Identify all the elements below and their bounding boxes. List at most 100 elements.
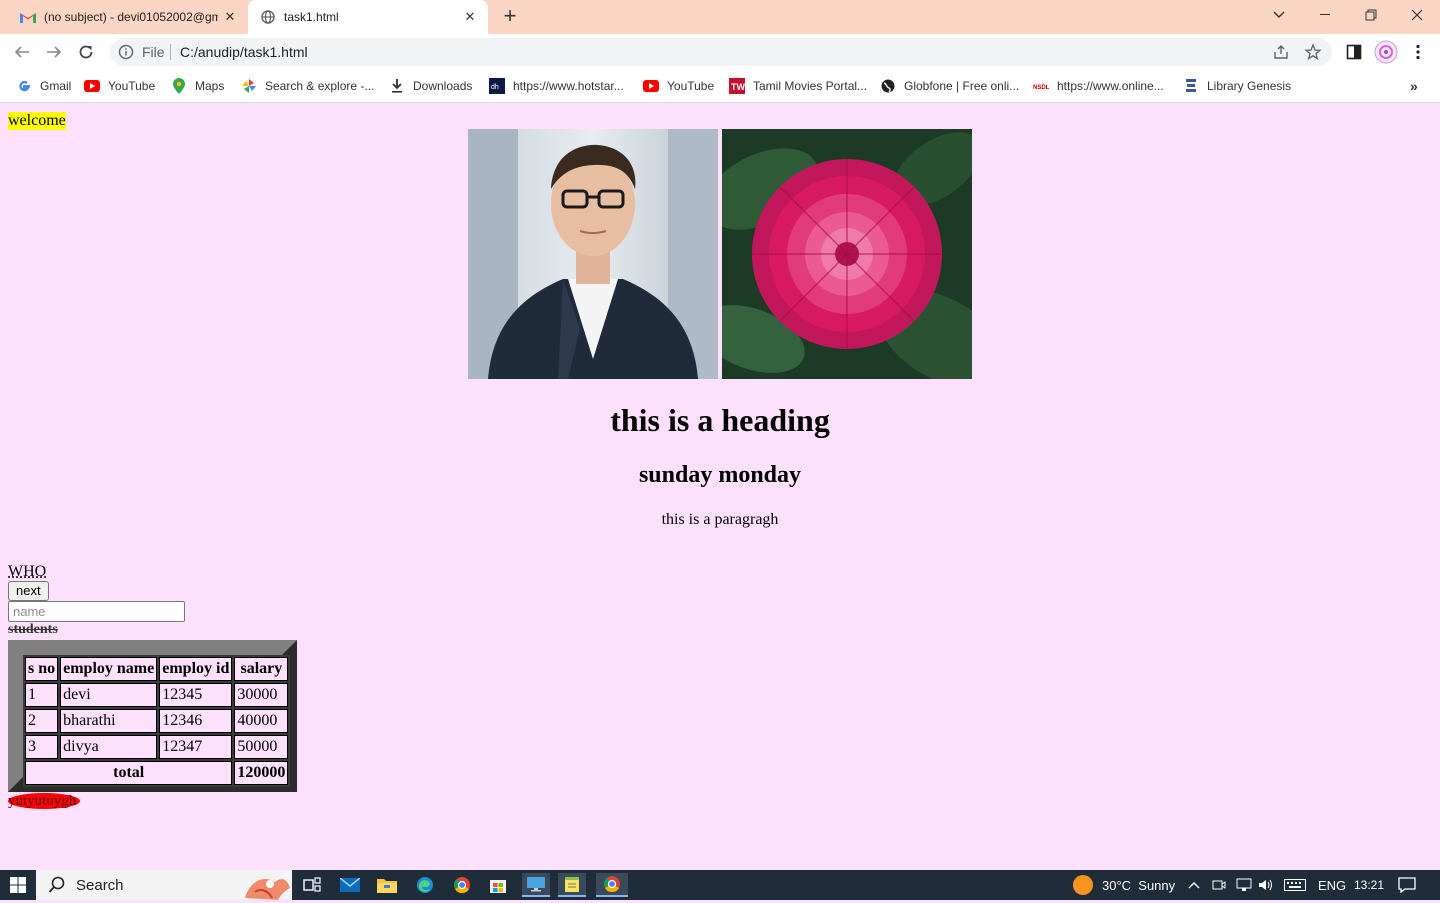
notes-icon[interactable]	[558, 873, 586, 897]
bookmark-search-explore[interactable]: Search & explore -...	[241, 77, 374, 95]
tab-task1[interactable]: task1.html ✕	[248, 0, 488, 34]
minimize-icon[interactable]	[1302, 0, 1348, 30]
page-heading: this is a heading	[0, 402, 1440, 439]
pink-dahlia-image	[722, 129, 972, 379]
bookmark-youtube-2[interactable]: YouTube	[643, 77, 714, 95]
table-cell: devi	[60, 683, 157, 707]
employee-table-frame: s no employ name employ id salary 1 devi…	[8, 640, 297, 792]
total-label: total	[25, 761, 232, 785]
bookmarks-bar: Gmail YouTube Maps Search & explore -...…	[0, 70, 1440, 103]
bookmark-label: Tamil Movies Portal...	[753, 79, 867, 93]
youtube-icon	[643, 78, 659, 94]
windows-start-icon[interactable]	[0, 870, 36, 900]
close-window-icon[interactable]	[1394, 0, 1440, 30]
weather-widget[interactable]: 30°C Sunny	[1072, 870, 1175, 900]
page-paragraph: this is a paragragh	[0, 511, 1440, 529]
bookmark-downloads[interactable]: Downloads	[389, 77, 472, 95]
bookmark-label: Maps	[195, 79, 224, 93]
star-icon[interactable]	[1304, 43, 1322, 61]
taskbar-search-box[interactable]: Search	[36, 870, 292, 900]
restore-icon[interactable]	[1348, 0, 1394, 30]
url-text[interactable]: C:/anudip/task1.html	[180, 44, 308, 60]
weather-text: 30°C Sunny	[1102, 878, 1175, 893]
notification-icon[interactable]	[1398, 870, 1416, 900]
table-cell: 12345	[159, 683, 232, 707]
bookmarks-overflow-icon[interactable]: »	[1410, 77, 1418, 95]
bookmark-maps[interactable]: Maps	[171, 77, 224, 95]
bookmark-label: Gmail	[40, 79, 71, 93]
clock[interactable]: 13:21	[1354, 870, 1384, 900]
table-cell: 1	[25, 683, 58, 707]
language-indicator[interactable]: ENG	[1318, 870, 1346, 900]
mail-icon[interactable]	[336, 873, 364, 897]
bookmark-gmail[interactable]: Gmail	[16, 77, 71, 95]
table-cell: 40000	[234, 709, 288, 733]
tab-title: (no subject) - devi01052002@gm	[44, 10, 218, 24]
search-label: Search	[76, 877, 124, 894]
employee-table: s no employ name employ id salary 1 devi…	[23, 655, 290, 787]
column-header: s no	[25, 657, 58, 681]
table-cell: bharathi	[60, 709, 157, 733]
svg-text:dh: dh	[491, 84, 499, 91]
bookmark-label: Library Genesis	[1207, 79, 1291, 93]
close-tab-icon[interactable]: ✕	[458, 5, 482, 29]
edge-icon[interactable]	[411, 873, 439, 897]
browser-toolbar: File C:/anudip/task1.html	[0, 34, 1440, 70]
remote-desktop-icon[interactable]	[522, 873, 550, 897]
side-panel-icon[interactable]	[1342, 40, 1366, 64]
bookmark-hotstar[interactable]: dh https://www.hotstar...	[489, 77, 624, 95]
tray-chevron-icon[interactable]	[1188, 870, 1200, 900]
next-button[interactable]: next	[8, 581, 49, 601]
name-input[interactable]	[8, 601, 185, 622]
bookmark-label: Downloads	[413, 79, 472, 93]
tab-gmail[interactable]: (no subject) - devi01052002@gm ✕	[8, 0, 248, 34]
pinwheel-icon	[241, 78, 257, 94]
hotstar-icon: dh	[489, 78, 505, 94]
maps-icon	[171, 78, 187, 94]
bookmark-label: YouTube	[667, 79, 714, 93]
bookmark-youtube[interactable]: YouTube	[84, 77, 155, 95]
new-tab-button[interactable]: +	[498, 5, 522, 29]
back-arrow-icon[interactable]	[8, 38, 36, 66]
oval-text: yutyutuygh	[8, 792, 76, 810]
address-bar[interactable]: File C:/anudip/task1.html	[110, 38, 1332, 66]
students-label: students	[8, 622, 58, 638]
table-header-row: s no employ name employ id salary	[25, 657, 288, 681]
reload-icon[interactable]	[72, 38, 100, 66]
sun-icon	[1072, 874, 1094, 896]
chrome-active-icon[interactable]	[596, 873, 628, 897]
table-cell: divya	[60, 735, 157, 759]
volume-icon[interactable]	[1258, 870, 1274, 900]
url-scheme: File	[142, 44, 165, 60]
google-icon	[16, 78, 32, 94]
keyboard-icon[interactable]	[1284, 870, 1306, 900]
network-icon[interactable]	[1236, 870, 1252, 900]
table-row: 3 divya 12347 50000	[25, 735, 288, 759]
close-tab-icon[interactable]: ✕	[218, 5, 242, 29]
bookmark-online[interactable]: NSDL https://www.online...	[1033, 77, 1164, 95]
column-header: employ name	[60, 657, 157, 681]
info-icon[interactable]	[118, 44, 134, 60]
meet-now-icon[interactable]	[1212, 870, 1226, 900]
svg-text:TW: TW	[731, 82, 745, 92]
bookmark-globfone[interactable]: Globfone | Free onli...	[880, 77, 1019, 95]
store-icon[interactable]	[484, 873, 512, 897]
profile-avatar[interactable]	[1374, 40, 1398, 64]
task-view-icon[interactable]	[298, 873, 326, 897]
forward-arrow-icon[interactable]	[40, 38, 68, 66]
who-abbreviation: WHO	[8, 563, 46, 581]
total-value: 120000	[234, 761, 288, 785]
file-explorer-icon[interactable]	[373, 873, 401, 897]
chrome-icon[interactable]	[448, 873, 476, 897]
bookmark-label: https://www.online...	[1057, 79, 1164, 93]
bookmark-library-genesis[interactable]: Library Genesis	[1183, 77, 1291, 95]
welcome-text: welcome	[8, 112, 66, 130]
bookmark-label: Search & explore -...	[265, 79, 374, 93]
bookmark-tamil-movies[interactable]: TW Tamil Movies Portal...	[729, 77, 867, 95]
gmail-icon	[20, 9, 36, 25]
menu-kebab-icon[interactable]	[1406, 40, 1430, 64]
share-icon[interactable]	[1272, 43, 1290, 61]
tab-title: task1.html	[284, 10, 458, 24]
tab-search-chevron-icon[interactable]	[1256, 0, 1302, 30]
download-icon	[389, 78, 405, 94]
